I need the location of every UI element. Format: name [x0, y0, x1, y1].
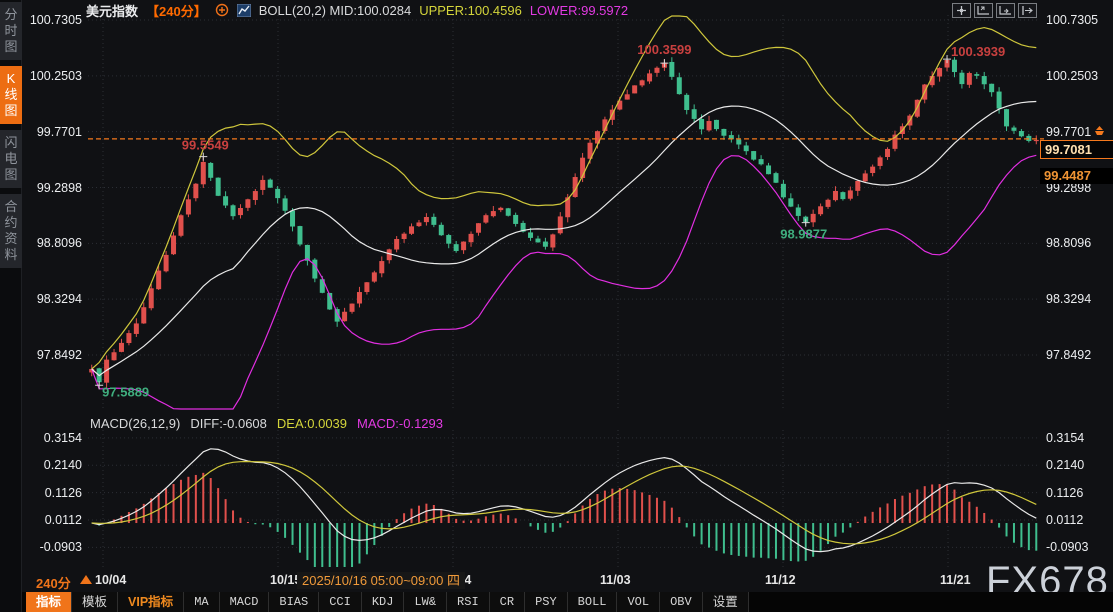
axis-label: 99.2898 [24, 181, 82, 195]
toolbar-tab-11[interactable]: PSY [525, 592, 568, 612]
x-axis-row: 240分 2025/10/16 05:00~09:00 四 10/0410/15… [0, 572, 1113, 590]
axis-label: -0.0903 [1046, 540, 1104, 554]
toolbar-tab-0[interactable]: 指标 [26, 592, 72, 612]
chart-tool-icons [952, 3, 1037, 18]
price-up-arrow-icon [1093, 126, 1106, 137]
toolbar-tab-6[interactable]: CCI [319, 592, 362, 612]
bottom-toolbar: 指标模板VIP指标MAMACDBIASCCIKDJLW&RSICRPSYBOLL… [26, 592, 749, 612]
period-expand-icon[interactable] [80, 575, 92, 584]
axis-label: 97.8492 [24, 348, 82, 362]
trading-app-window: 分时图K线图闪电图合约资料 97.588999.5549100.359998.9… [0, 0, 1113, 612]
axis-label: 99.7701 [24, 125, 82, 139]
axis-label: 100.2503 [24, 69, 82, 83]
axis-label: 100.7305 [1046, 13, 1104, 27]
chart-type-icon[interactable] [237, 4, 251, 17]
toolbar-tab-9[interactable]: RSI [447, 592, 490, 612]
period-label[interactable]: 240分 [36, 573, 71, 592]
toolbar-tab-10[interactable]: CR [490, 592, 525, 612]
toolbar-tab-13[interactable]: VOL [617, 592, 660, 612]
toolbar-tab-8[interactable]: LW& [404, 592, 447, 612]
zoom-x-axis-icon[interactable] [974, 3, 993, 18]
pan-right-icon[interactable] [1018, 3, 1037, 18]
toolbar-tab-14[interactable]: OBV [660, 592, 703, 612]
chart-header: 美元指数 【240分】 BOLL(20,2) MID:100.0284 UPPE… [86, 2, 628, 18]
axis-label: 0.2140 [24, 458, 82, 472]
axis-label: 98.8096 [24, 236, 82, 250]
boll-mid-label: BOLL(20,2) MID:100.0284 [259, 3, 411, 18]
toolbar-tab-15[interactable]: 设置 [703, 592, 749, 612]
axis-label: 98.3294 [24, 292, 82, 306]
axis-label: 0.3154 [1046, 431, 1104, 445]
macd-dea-value: DEA:0.0039 [277, 416, 347, 431]
x-axis-date: 11/03 [600, 573, 631, 587]
axis-label: 98.8096 [1046, 236, 1104, 250]
toolbar-tab-5[interactable]: BIAS [269, 592, 319, 612]
svg-text:99.5549: 99.5549 [182, 138, 229, 153]
period-tag[interactable]: 【240分】 [146, 1, 207, 20]
axis-label: 100.2503 [1046, 69, 1104, 83]
macd-macd-value: MACD:-0.1293 [357, 416, 443, 431]
add-indicator-icon[interactable] [215, 3, 229, 17]
axis-label: 0.3154 [24, 431, 82, 445]
current-price-tag: 99.7081 [1040, 140, 1113, 159]
chart-canvas[interactable]: 97.5889 99.5549 100.3599 98.9877 100.3939 [0, 0, 1113, 612]
svg-text:100.3599: 100.3599 [637, 42, 691, 57]
toolbar-tab-3[interactable]: MA [184, 592, 219, 612]
axis-label: 0.0112 [1046, 513, 1104, 527]
macd-params-label: MACD(26,12,9) [90, 416, 180, 431]
axis-label: 0.2140 [1046, 458, 1104, 472]
axis-label: 97.8492 [1046, 348, 1104, 362]
axis-label: 0.1126 [1046, 486, 1104, 500]
svg-text:100.3939: 100.3939 [951, 44, 1005, 59]
x-axis-date: 11/21 [940, 573, 971, 587]
axis-label: 0.1126 [24, 486, 82, 500]
toolbar-tab-4[interactable]: MACD [220, 592, 270, 612]
axis-label: 98.3294 [1046, 292, 1104, 306]
crosshair-icon[interactable] [952, 3, 971, 18]
toolbar-tab-12[interactable]: BOLL [568, 592, 618, 612]
toolbar-tab-7[interactable]: KDJ [362, 592, 405, 612]
secondary-price-tag: 99.4487 [1040, 168, 1113, 184]
boll-lower-label: LOWER:99.5972 [530, 3, 628, 18]
toolbar-tab-2[interactable]: VIP指标 [118, 592, 184, 612]
axis-label: 0.0112 [24, 513, 82, 527]
toolbar-tab-1[interactable]: 模板 [72, 592, 118, 612]
svg-text:97.5889: 97.5889 [102, 384, 149, 399]
macd-diff-value: DIFF:-0.0608 [190, 416, 267, 431]
axis-label: 100.7305 [24, 13, 82, 27]
boll-upper-label: UPPER:100.4596 [419, 3, 522, 18]
axis-label: -0.0903 [24, 540, 82, 554]
instrument-title: 美元指数 [86, 1, 138, 20]
x-axis-date: 11/12 [765, 573, 796, 587]
x-axis-date: 10/04 [95, 573, 126, 587]
zoom-y-axis-icon[interactable] [996, 3, 1015, 18]
macd-header: MACD(26,12,9) DIFF:-0.0608 DEA:0.0039 MA… [90, 416, 443, 431]
svg-text:98.9877: 98.9877 [780, 227, 827, 242]
time-range-tooltip: 2025/10/16 05:00~09:00 四 [297, 572, 465, 589]
